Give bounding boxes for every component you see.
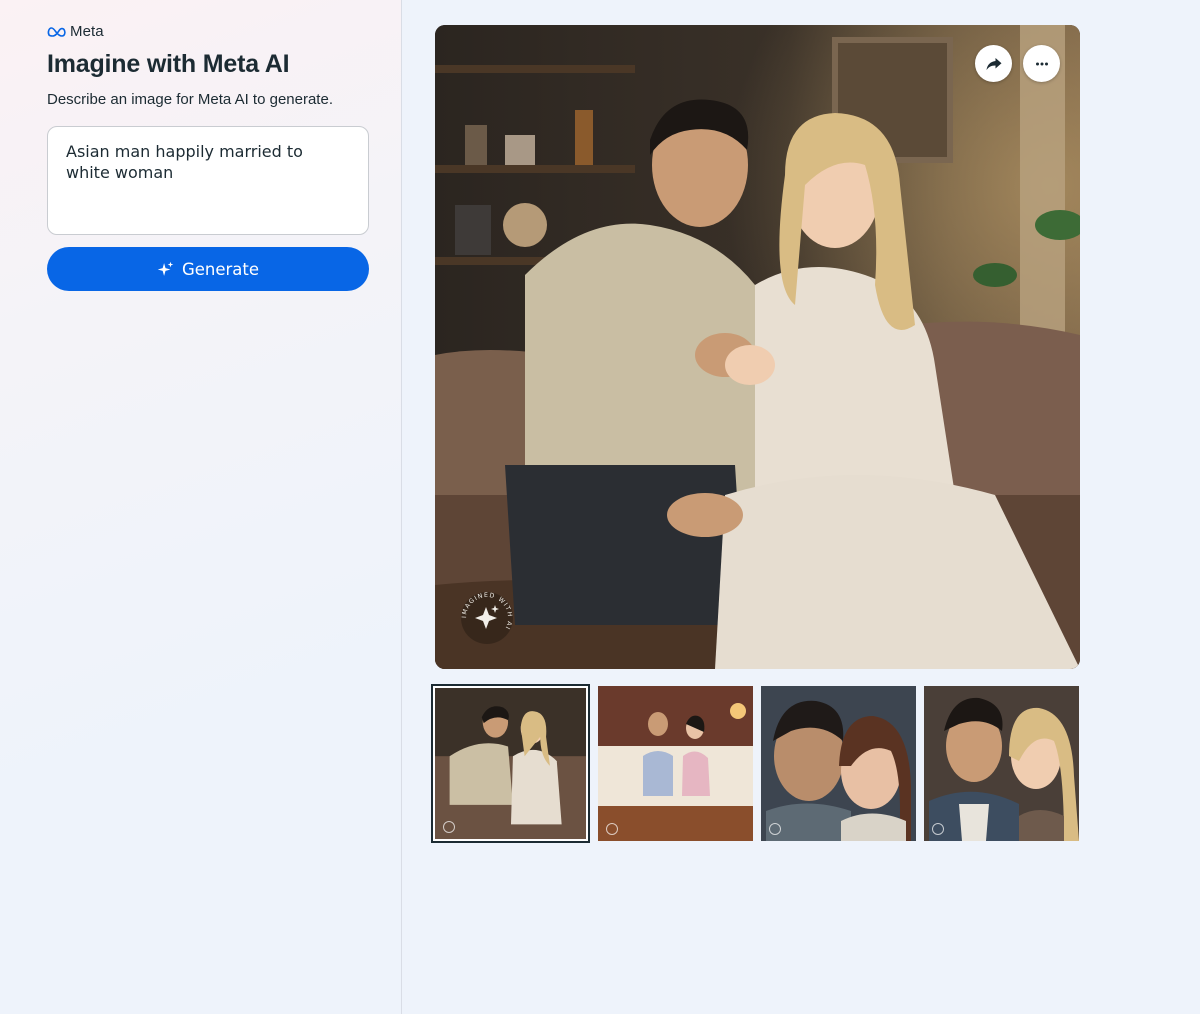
imagined-with-ai-watermark: IMAGINED WITH AI: [461, 592, 513, 644]
thumbnail-1-image: [435, 688, 586, 839]
thumbnail-watermark: [443, 821, 455, 833]
generated-image[interactable]: IMAGINED WITH AI: [435, 25, 1080, 669]
share-button[interactable]: [975, 45, 1012, 82]
thumbnail-1[interactable]: [431, 684, 590, 843]
meta-logo[interactable]: Meta: [47, 23, 104, 40]
main-image-illustration: [435, 25, 1080, 669]
thumbnail-3[interactable]: [761, 686, 916, 841]
thumbnail-2-image: [598, 686, 753, 841]
sparkle-icon: [157, 261, 174, 276]
thumbnail-watermark: [606, 823, 618, 835]
more-icon: [1035, 62, 1048, 65]
thumbnail-4[interactable]: [924, 686, 1079, 841]
thumbnail-3-image: [761, 686, 916, 841]
generate-label: Generate: [181, 259, 260, 279]
sidebar: Meta Imagine with Meta AI Describe an im…: [0, 0, 402, 1014]
generate-button[interactable]: Generate: [47, 247, 369, 291]
thumbnail-strip: [431, 684, 1083, 844]
more-options-button[interactable]: [1023, 45, 1060, 82]
share-icon: [986, 57, 1001, 70]
page-title: Imagine with Meta AI: [47, 50, 290, 78]
thumbnail-watermark: [769, 823, 781, 835]
prompt-input[interactable]: Asian man happily married to white woman: [47, 126, 369, 235]
thumbnail-watermark: [932, 823, 944, 835]
thumbnail-4-image: [924, 686, 1079, 841]
meta-infinity-icon: [47, 26, 66, 37]
brand-name: Meta: [70, 23, 104, 40]
thumbnail-2[interactable]: [598, 686, 753, 841]
page-subtitle: Describe an image for Meta AI to generat…: [47, 91, 333, 108]
